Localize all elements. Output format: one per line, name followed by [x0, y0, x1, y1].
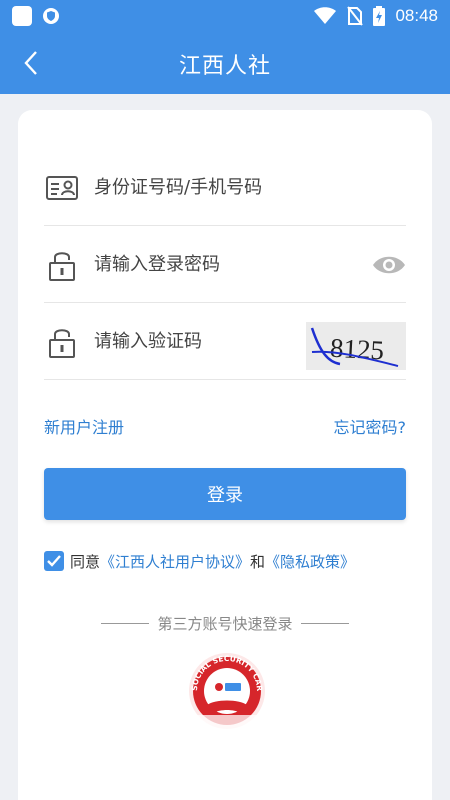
login-card: 8125 新用户注册 忘记密码? 登录 同意 《江西人社用户协议》 和 《隐私政…	[18, 110, 432, 800]
agree-checkbox[interactable]	[44, 551, 64, 571]
lock-icon	[44, 324, 80, 360]
check-icon	[47, 555, 61, 567]
captcha-image[interactable]: 8125	[306, 322, 406, 370]
captcha-field-row: 8125	[44, 304, 406, 380]
third-party-label: 第三方账号快速登录	[157, 614, 293, 633]
id-card-icon	[44, 170, 80, 206]
wifi-icon	[314, 7, 337, 24]
captcha-input[interactable]	[94, 331, 334, 352]
page-title: 江西人社	[178, 54, 271, 79]
app-square-icon	[12, 6, 32, 26]
user-agreement-link[interactable]: 《江西人社用户协议》	[100, 551, 250, 572]
third-party-divider: 第三方账号快速登录	[44, 612, 406, 634]
lock-icon	[44, 247, 80, 283]
divider-line	[101, 622, 150, 624]
id-field-row	[44, 150, 406, 226]
forgot-password-link[interactable]: 忘记密码?	[334, 414, 407, 438]
social-security-card-login-icon[interactable]: SOCIAL SECURITY CARD	[185, 645, 269, 729]
account-links: 新用户注册 忘记密码?	[44, 414, 406, 438]
shield-icon	[43, 8, 59, 24]
id-input[interactable]	[94, 177, 334, 198]
register-link[interactable]: 新用户注册	[44, 414, 124, 438]
agree-prefix: 同意	[70, 552, 101, 571]
app-header: 江西人社	[0, 32, 450, 94]
agree-and: 和	[250, 552, 266, 571]
battery-charging-icon	[373, 6, 386, 26]
no-sim-icon	[347, 6, 364, 26]
divider-line	[300, 622, 349, 624]
password-input[interactable]	[94, 254, 334, 275]
agreement-row: 同意 《江西人社用户协议》 和 《隐私政策》	[44, 550, 355, 572]
login-button[interactable]: 登录	[44, 468, 406, 520]
password-field-row	[44, 227, 406, 303]
eye-icon[interactable]	[372, 251, 406, 279]
privacy-policy-link[interactable]: 《隐私政策》	[265, 551, 355, 572]
clock: 08:48	[395, 6, 438, 25]
status-bar: 08:48	[0, 0, 450, 32]
